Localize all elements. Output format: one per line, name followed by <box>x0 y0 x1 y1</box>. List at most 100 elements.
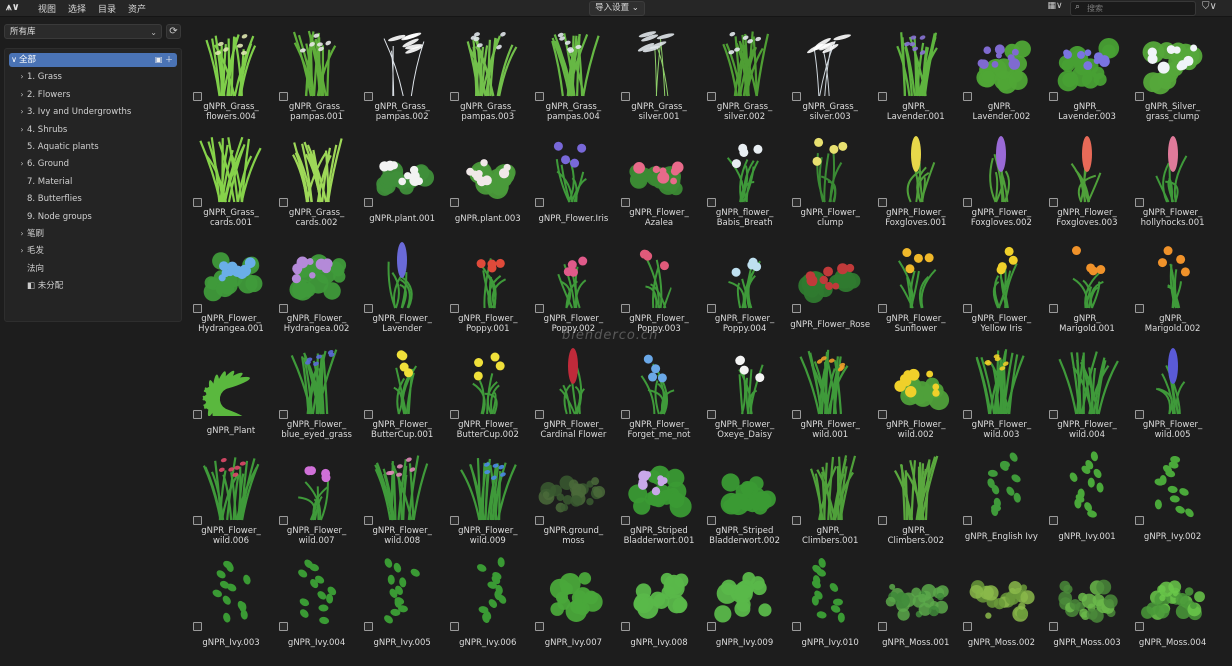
asset-checkbox[interactable] <box>706 198 716 207</box>
library-select[interactable]: 所有库 ⌄ <box>4 24 162 39</box>
asset-checkbox[interactable] <box>792 198 802 207</box>
asset-item[interactable]: gNPR_ Lavender.002 <box>958 22 1044 128</box>
asset-item[interactable]: gNPR.ground_ moss <box>530 446 616 552</box>
asset-item[interactable]: gNPR_ Marigold.002 <box>1130 234 1216 340</box>
asset-item[interactable]: gNPR_Flower_ Poppy.001 <box>445 234 531 340</box>
asset-item[interactable]: gNPR_Grass_ pampas.002 <box>359 22 445 128</box>
asset-item[interactable]: gNPR_Flower_ ButterCup.002 <box>445 340 531 446</box>
asset-item[interactable]: gNPR_Flower_ wild.007 <box>274 446 360 552</box>
asset-checkbox[interactable] <box>278 304 288 313</box>
asset-item[interactable]: gNPR_Flower_ wild.009 <box>445 446 531 552</box>
asset-checkbox[interactable] <box>364 622 374 631</box>
asset-item[interactable]: gNPR_Flower_ Poppy.004 <box>702 234 788 340</box>
asset-item[interactable]: gNPR_Flower_ clump <box>787 128 873 234</box>
catalog-item[interactable]: › 3. Ivy and Undergrowths <box>9 105 177 119</box>
asset-item[interactable]: gNPR_Moss.001 <box>873 552 959 658</box>
catalog-item[interactable]: › 4. Shrubs <box>9 123 177 137</box>
asset-checkbox[interactable] <box>193 410 202 419</box>
asset-checkbox[interactable] <box>1134 198 1144 207</box>
asset-item[interactable]: gNPR_Grass_ pampas.003 <box>445 22 531 128</box>
menu-catalog[interactable]: 目录 <box>98 2 116 15</box>
asset-item[interactable]: gNPR_Ivy.004 <box>274 552 360 658</box>
asset-checkbox[interactable] <box>193 304 202 313</box>
asset-item[interactable]: gNPR_Grass_ pampas.004 <box>530 22 616 128</box>
asset-checkbox[interactable] <box>1049 92 1058 101</box>
asset-checkbox[interactable] <box>1049 622 1058 631</box>
asset-checkbox[interactable] <box>364 304 374 313</box>
asset-checkbox[interactable] <box>792 516 802 525</box>
asset-checkbox[interactable] <box>364 92 374 101</box>
asset-item[interactable]: gNPR_Striped Bladderwort.001 <box>616 446 702 552</box>
asset-checkbox[interactable] <box>278 410 288 419</box>
asset-item[interactable]: gNPR_Moss.004 <box>1130 552 1216 658</box>
asset-checkbox[interactable] <box>364 516 374 525</box>
asset-checkbox[interactable] <box>535 516 545 525</box>
asset-checkbox[interactable] <box>877 622 887 631</box>
asset-item[interactable]: gNPR_Moss.003 <box>1044 552 1130 658</box>
asset-item[interactable]: gNPR_Flower_ wild.006 <box>188 446 274 552</box>
asset-checkbox[interactable] <box>535 198 545 207</box>
asset-checkbox[interactable] <box>963 92 973 101</box>
menu-view[interactable]: 视图 <box>38 2 56 15</box>
asset-item[interactable]: gNPR_Grass_ pampas.001 <box>274 22 360 128</box>
asset-item[interactable]: gNPR_Flower_ Yellow Iris <box>958 234 1044 340</box>
catalog-add-icon[interactable]: ▣ ＋ <box>155 53 173 67</box>
asset-checkbox[interactable] <box>535 622 545 631</box>
asset-checkbox[interactable] <box>278 92 288 101</box>
catalog-item[interactable]: › 6. Ground <box>9 157 177 171</box>
asset-item[interactable]: gNPR_Silver_ grass_clump <box>1130 22 1216 128</box>
chevron-icon[interactable]: › <box>17 105 27 119</box>
menu-select[interactable]: 选择 <box>68 2 86 15</box>
asset-item[interactable]: gNPR_Ivy.003 <box>188 552 274 658</box>
asset-checkbox[interactable] <box>1134 304 1144 313</box>
asset-item[interactable]: gNPR_Flower.Iris <box>530 128 616 234</box>
chevron-icon[interactable]: › <box>17 244 27 258</box>
asset-checkbox[interactable] <box>535 304 545 313</box>
asset-checkbox[interactable] <box>877 92 887 101</box>
asset-checkbox[interactable] <box>706 304 716 313</box>
asset-checkbox[interactable] <box>1134 410 1144 419</box>
asset-checkbox[interactable] <box>877 516 887 525</box>
asset-item[interactable]: gNPR_Flower_Rose <box>787 234 873 340</box>
asset-checkbox[interactable] <box>449 516 459 525</box>
asset-checkbox[interactable] <box>621 198 630 207</box>
asset-item[interactable]: gNPR_ Lavender.003 <box>1044 22 1130 128</box>
asset-item[interactable]: gNPR_English Ivy <box>958 446 1044 552</box>
asset-item[interactable]: gNPR_Ivy.006 <box>445 552 531 658</box>
catalog-item[interactable]: › 2. Flowers <box>9 88 177 102</box>
asset-item[interactable]: gNPR_Flower_ Foxgloves.002 <box>958 128 1044 234</box>
asset-checkbox[interactable] <box>278 622 288 631</box>
asset-checkbox[interactable] <box>535 410 545 419</box>
catalog-item[interactable]: › 笔刷 <box>9 227 177 241</box>
asset-checkbox[interactable] <box>1049 516 1058 525</box>
asset-checkbox[interactable] <box>621 622 630 631</box>
asset-item[interactable]: gNPR_Flower_ Poppy.002 <box>530 234 616 340</box>
asset-item[interactable]: gNPR_Ivy.009 <box>702 552 788 658</box>
search-input[interactable] <box>1087 3 1191 14</box>
asset-checkbox[interactable] <box>278 198 288 207</box>
chevron-icon[interactable]: ∨ <box>9 53 19 67</box>
asset-item[interactable]: gNPR_Flower_ Foxgloves.003 <box>1044 128 1130 234</box>
asset-checkbox[interactable] <box>963 198 973 207</box>
asset-item[interactable]: gNPR_Grass_ silver.003 <box>787 22 873 128</box>
display-mode-icon[interactable]: ▦∨ <box>1042 1 1068 14</box>
asset-item[interactable]: gNPR_Flower_ ButterCup.001 <box>359 340 445 446</box>
asset-item[interactable]: gNPR_Ivy.008 <box>616 552 702 658</box>
asset-item[interactable]: gNPR_Flower_ Foxgloves.001 <box>873 128 959 234</box>
asset-item[interactable]: gNPR_Flower_ blue_eyed_grass <box>274 340 360 446</box>
asset-checkbox[interactable] <box>621 516 630 525</box>
asset-checkbox[interactable] <box>1134 92 1144 101</box>
asset-checkbox[interactable] <box>193 516 202 525</box>
catalog-item[interactable]: 8. Butterflies <box>9 192 177 206</box>
asset-item[interactable]: gNPR_Grass_ silver.001 <box>616 22 702 128</box>
import-settings-dropdown[interactable]: 导入设置 ⌄ <box>589 1 645 16</box>
asset-checkbox[interactable] <box>449 410 459 419</box>
asset-item[interactable]: gNPR_Flower_ wild.008 <box>359 446 445 552</box>
catalog-item[interactable]: › 1. Grass <box>9 70 177 84</box>
asset-item[interactable]: gNPR_Moss.002 <box>958 552 1044 658</box>
asset-item[interactable]: gNPR_Striped Bladderwort.002 <box>702 446 788 552</box>
asset-checkbox[interactable] <box>1134 622 1144 631</box>
asset-checkbox[interactable] <box>621 92 630 101</box>
asset-checkbox[interactable] <box>449 622 459 631</box>
catalog-item[interactable]: 9. Node groups <box>9 210 177 224</box>
